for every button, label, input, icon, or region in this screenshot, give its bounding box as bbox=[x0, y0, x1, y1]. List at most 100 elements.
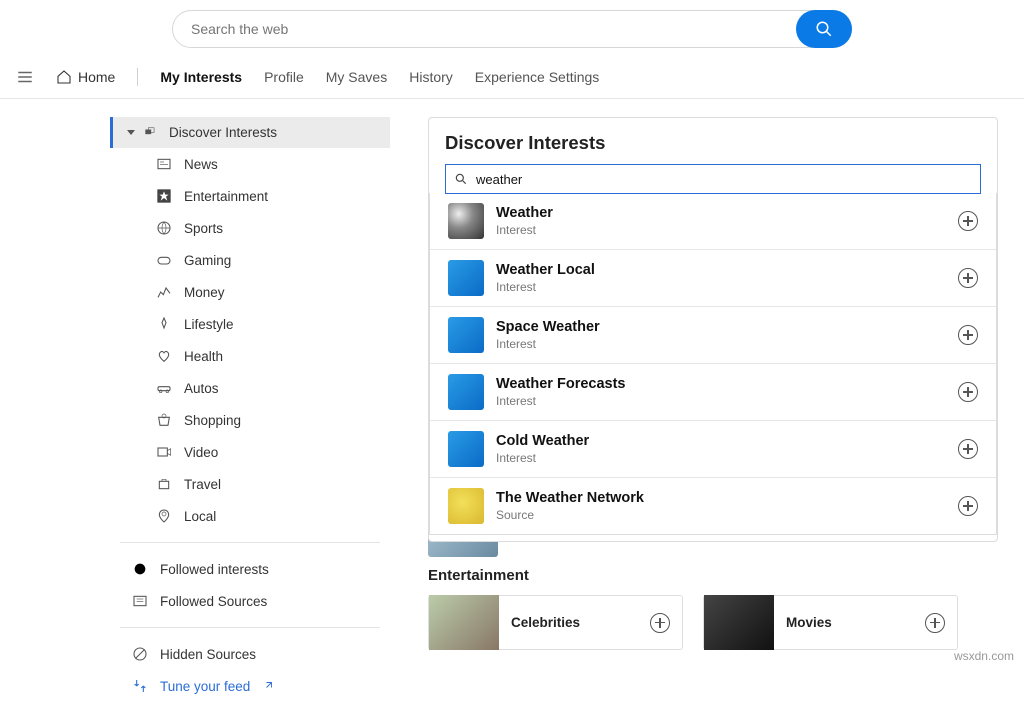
sidebar-item-label: News bbox=[184, 157, 218, 172]
sidebar: Discover Interests News Entertainment Sp… bbox=[110, 117, 390, 702]
top-nav: Home My Interests Profile My Saves Histo… bbox=[0, 66, 1024, 99]
sidebar-item-label: Tune your feed bbox=[160, 679, 250, 694]
result-title: Weather Local bbox=[496, 262, 946, 279]
sidebar-item-label: Sports bbox=[184, 221, 223, 236]
result-title: The Weather Network bbox=[496, 490, 946, 507]
sidebar-item-news[interactable]: News bbox=[110, 148, 390, 180]
result-title: Space Weather bbox=[496, 319, 946, 336]
tab-my-interests[interactable]: My Interests bbox=[160, 69, 242, 85]
top-search-input[interactable] bbox=[173, 21, 796, 37]
sidebar-item-label: Travel bbox=[184, 477, 221, 492]
add-interest-button[interactable] bbox=[925, 613, 945, 633]
video-icon bbox=[156, 444, 172, 460]
result-row[interactable]: Cold WeatherInterest bbox=[430, 420, 996, 477]
tab-history[interactable]: History bbox=[409, 69, 453, 85]
sidebar-item-sports[interactable]: Sports bbox=[110, 212, 390, 244]
search-icon bbox=[454, 172, 468, 186]
nav-separator bbox=[137, 68, 138, 86]
result-title: Weather bbox=[496, 205, 946, 222]
sidebar-divider bbox=[120, 542, 380, 543]
sidebar-item-lifestyle[interactable]: Lifestyle bbox=[110, 308, 390, 340]
star-icon bbox=[156, 188, 172, 204]
add-interest-button[interactable] bbox=[958, 325, 978, 345]
home-link[interactable]: Home bbox=[56, 69, 115, 85]
tab-profile[interactable]: Profile bbox=[264, 69, 304, 85]
result-sub: Interest bbox=[496, 394, 946, 408]
sources-icon bbox=[132, 593, 148, 609]
sidebar-item-local[interactable]: Local bbox=[110, 500, 390, 532]
sidebar-item-autos[interactable]: Autos bbox=[110, 372, 390, 404]
sidebar-discover-label: Discover Interests bbox=[169, 125, 277, 140]
check-circle-icon bbox=[132, 561, 148, 577]
card-thumb bbox=[429, 595, 499, 650]
result-thumb bbox=[448, 488, 484, 524]
add-interest-button[interactable] bbox=[958, 211, 978, 231]
sidebar-item-label: Entertainment bbox=[184, 189, 268, 204]
sports-icon bbox=[156, 220, 172, 236]
sidebar-item-label: Money bbox=[184, 285, 225, 300]
result-title: Cold Weather bbox=[496, 433, 946, 450]
search-results: WeatherInterest Weather LocalInterest Sp… bbox=[429, 193, 997, 535]
result-sub: Interest bbox=[496, 223, 946, 237]
card-celebrities[interactable]: Celebrities bbox=[428, 595, 683, 650]
discover-panel: Discover Interests WeatherInterest Weath… bbox=[428, 117, 998, 542]
sidebar-item-health[interactable]: Health bbox=[110, 340, 390, 372]
gaming-icon bbox=[156, 252, 172, 268]
result-row[interactable]: The Weather NetworkSource bbox=[430, 477, 996, 534]
sidebar-item-video[interactable]: Video bbox=[110, 436, 390, 468]
sidebar-item-label: Followed Sources bbox=[160, 594, 267, 609]
sidebar-followed-interests[interactable]: Followed interests bbox=[110, 553, 390, 585]
result-row[interactable]: Space WeatherInterest bbox=[430, 306, 996, 363]
sidebar-header-discover[interactable]: Discover Interests bbox=[110, 117, 390, 148]
card-thumb bbox=[704, 595, 774, 650]
top-search-button[interactable] bbox=[796, 10, 852, 48]
add-interest-button[interactable] bbox=[650, 613, 670, 633]
sidebar-followed-sources[interactable]: Followed Sources bbox=[110, 585, 390, 617]
section-entertainment: Entertainment bbox=[428, 567, 529, 584]
result-row[interactable]: WeatherInterest bbox=[430, 193, 996, 249]
tab-my-saves[interactable]: My Saves bbox=[326, 69, 387, 85]
result-sub: Source bbox=[496, 508, 946, 522]
external-link-icon bbox=[262, 680, 274, 692]
result-thumb bbox=[448, 374, 484, 410]
sidebar-item-travel[interactable]: Travel bbox=[110, 468, 390, 500]
tab-experience-settings[interactable]: Experience Settings bbox=[475, 69, 600, 85]
result-row[interactable]: Weather ForecastsInterest bbox=[430, 363, 996, 420]
sidebar-item-label: Followed interests bbox=[160, 562, 269, 577]
sidebar-item-label: Shopping bbox=[184, 413, 241, 428]
sidebar-item-label: Hidden Sources bbox=[160, 647, 256, 662]
news-icon bbox=[156, 156, 172, 172]
sidebar-hidden-sources[interactable]: Hidden Sources bbox=[110, 638, 390, 670]
home-label: Home bbox=[78, 69, 115, 85]
card-title: Movies bbox=[786, 615, 913, 630]
sidebar-item-label: Autos bbox=[184, 381, 219, 396]
search-icon bbox=[815, 20, 833, 38]
sidebar-item-entertainment[interactable]: Entertainment bbox=[110, 180, 390, 212]
sidebar-item-money[interactable]: Money bbox=[110, 276, 390, 308]
blocked-icon bbox=[132, 646, 148, 662]
result-sub: Interest bbox=[496, 337, 946, 351]
panel-search-input[interactable] bbox=[476, 172, 972, 187]
sidebar-tune-feed[interactable]: Tune your feed bbox=[110, 670, 390, 702]
card-title: Celebrities bbox=[511, 615, 638, 630]
result-thumb bbox=[448, 260, 484, 296]
sidebar-item-shopping[interactable]: Shopping bbox=[110, 404, 390, 436]
home-icon bbox=[56, 69, 72, 85]
health-icon bbox=[156, 348, 172, 364]
caret-icon bbox=[125, 126, 137, 138]
result-row[interactable]: Weather LocalInterest bbox=[430, 249, 996, 306]
autos-icon bbox=[156, 380, 172, 396]
result-title: Weather Forecasts bbox=[496, 376, 946, 393]
sidebar-item-label: Local bbox=[184, 509, 216, 524]
add-interest-button[interactable] bbox=[958, 382, 978, 402]
sidebar-item-label: Lifestyle bbox=[184, 317, 234, 332]
hamburger-icon[interactable] bbox=[16, 68, 34, 86]
travel-icon bbox=[156, 476, 172, 492]
card-movies[interactable]: Movies bbox=[703, 595, 958, 650]
sidebar-item-gaming[interactable]: Gaming bbox=[110, 244, 390, 276]
watermark: wsxdn.com bbox=[954, 649, 1014, 663]
add-interest-button[interactable] bbox=[958, 268, 978, 288]
tune-icon bbox=[132, 678, 148, 694]
add-interest-button[interactable] bbox=[958, 496, 978, 516]
add-interest-button[interactable] bbox=[958, 439, 978, 459]
